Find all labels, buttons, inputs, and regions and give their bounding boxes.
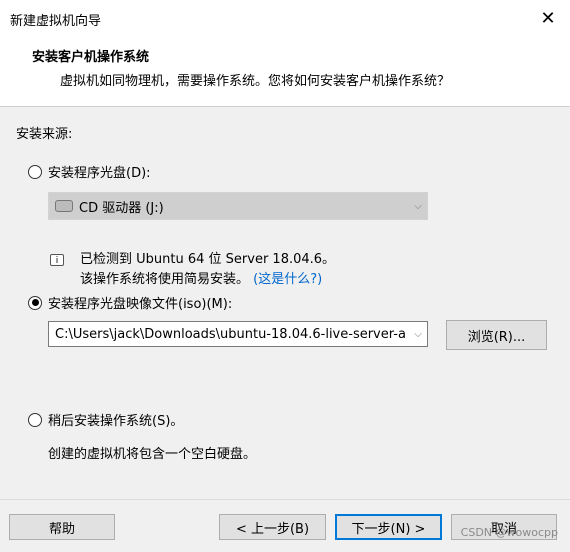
help-button[interactable]: 帮助	[9, 514, 115, 540]
easy-install-text: 该操作系统将使用简易安装。 (这是什么?)	[80, 270, 335, 290]
close-icon[interactable]: ✕	[536, 6, 560, 30]
radio-circle[interactable]	[28, 295, 42, 310]
new-vm-wizard-window: 新建虚拟机向导 ✕ 安装客户机操作系统 虚拟机如同物理机，需要操作系统。您将如何…	[0, 0, 570, 552]
page-title: 安装客户机操作系统	[32, 50, 150, 65]
radio-circle[interactable]	[28, 412, 42, 427]
wizard-content: 安装来源: 安装程序光盘(D): CD 驱动器 (J:) ⌵ 安装程序光盘映像文…	[0, 107, 570, 499]
radio-circle[interactable]	[28, 164, 42, 179]
iso-path-value[interactable]: C:\Users\jack\Downloads\ubuntu-18.04.6-l…	[49, 327, 409, 342]
radio-install-iso-label: 安装程序光盘映像文件(iso)(M):	[48, 297, 233, 312]
radio-install-disc[interactable]: 安装程序光盘(D):	[28, 162, 151, 181]
back-button[interactable]: < 上一步(B)	[219, 514, 326, 540]
easy-install-label: 该操作系统将使用简易安装。	[80, 272, 250, 287]
disc-drive-value: CD 驱动器 (J:)	[79, 200, 164, 216]
chevron-down-icon[interactable]: ⌵	[409, 329, 427, 340]
radio-install-later-label: 稍后安装操作系统(S)。	[48, 414, 184, 429]
radio-selected-dot	[31, 299, 39, 306]
disc-drive-select[interactable]: CD 驱动器 (J:) ⌵	[48, 192, 428, 220]
radio-install-later[interactable]: 稍后安装操作系统(S)。	[28, 410, 183, 429]
radio-install-disc-label: 安装程序光盘(D):	[48, 166, 151, 181]
whats-this-link[interactable]: (这是什么?)	[253, 272, 322, 287]
page-subtitle: 虚拟机如同物理机，需要操作系统。您将如何安装客户机操作系统？	[60, 74, 451, 89]
window-title: 新建虚拟机向导	[10, 14, 102, 29]
cd-drive-icon	[55, 200, 73, 212]
watermark: CSDN @wowocpp	[460, 526, 558, 539]
detected-os-text: 已检测到 Ubuntu 64 位 Server 18.04.6。	[80, 252, 336, 267]
wizard-header: 安装客户机操作系统 虚拟机如同物理机，需要操作系统。您将如何安装客户机操作系统？	[0, 34, 570, 106]
chevron-down-icon: ⌵	[414, 200, 422, 212]
iso-path-input[interactable]: C:\Users\jack\Downloads\ubuntu-18.04.6-l…	[48, 321, 428, 347]
radio-install-iso[interactable]: 安装程序光盘映像文件(iso)(M):	[28, 293, 232, 312]
detection-info: 已检测到 Ubuntu 64 位 Server 18.04.6。 该操作系统将使…	[80, 250, 335, 290]
install-source-label: 安装来源:	[16, 127, 73, 142]
blank-disk-note: 创建的虚拟机将包含一个空白硬盘。	[48, 447, 257, 462]
info-icon: i	[50, 254, 64, 266]
title-bar: 新建虚拟机向导 ✕	[0, 0, 570, 34]
browse-button[interactable]: 浏览(R)...	[446, 320, 547, 350]
next-button[interactable]: 下一步(N) >	[335, 514, 442, 540]
